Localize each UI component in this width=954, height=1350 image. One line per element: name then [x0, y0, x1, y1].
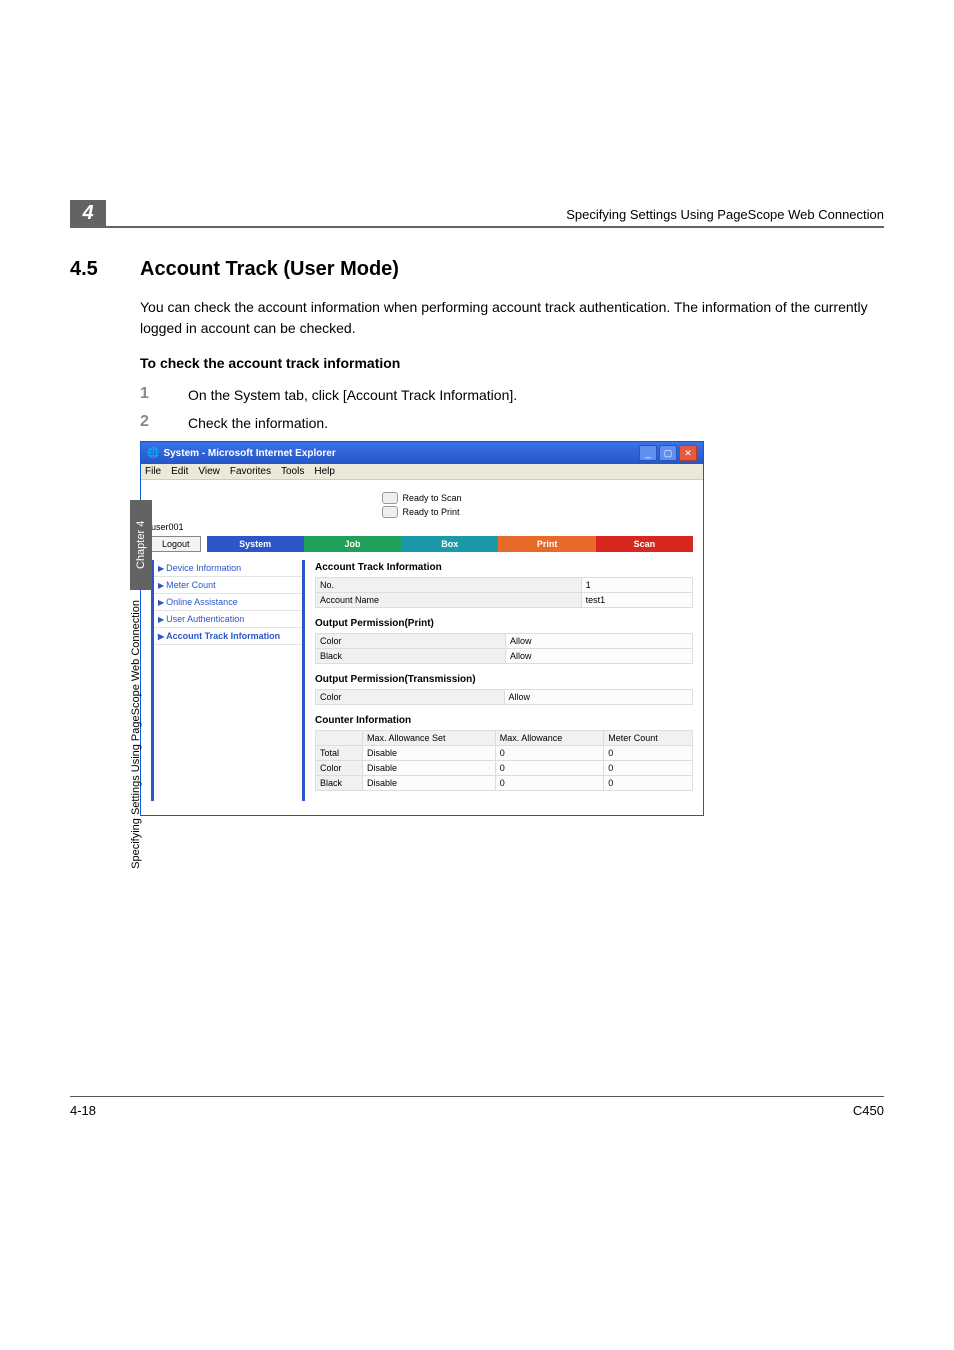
- table-row: Total Disable 0 0: [316, 746, 693, 761]
- menu-help[interactable]: Help: [314, 466, 335, 477]
- table-row: ColorAllow: [316, 690, 693, 705]
- status-print: Ready to Print: [382, 506, 461, 518]
- counter-information-title: Counter Information: [315, 715, 693, 726]
- footer-left: 4-18: [70, 1103, 96, 1118]
- table-row: No.1: [316, 578, 693, 593]
- side-tab-subtitle: Specifying Settings Using PageScope Web …: [130, 600, 152, 869]
- step-number: 2: [140, 413, 188, 431]
- table-row: ColorAllow: [316, 634, 693, 649]
- page-footer: 4-18 C450: [70, 1096, 884, 1118]
- section-intro: You can check the account information wh…: [140, 297, 884, 339]
- ie-icon: 🌐: [147, 448, 159, 459]
- chevron-right-icon: ▶: [158, 598, 164, 607]
- counter-information-table: Max. Allowance Set Max. Allowance Meter …: [315, 730, 693, 791]
- chevron-right-icon: ▶: [158, 581, 164, 590]
- tab-job[interactable]: Job: [304, 536, 401, 552]
- output-permission-transmission-title: Output Permission(Transmission): [315, 674, 693, 685]
- step-text: On the System tab, click [Account Track …: [188, 385, 517, 403]
- status-scan: Ready to Scan: [382, 492, 461, 504]
- sidebar-item-meter-count[interactable]: ▶Meter Count: [154, 577, 302, 594]
- scanner-icon: [382, 492, 398, 504]
- chapter-badge: 4: [70, 200, 106, 226]
- menu-favorites[interactable]: Favorites: [230, 466, 271, 477]
- account-info-table: No.1 Account Nametest1: [315, 577, 693, 608]
- chevron-right-icon: ▶: [158, 632, 164, 641]
- menu-view[interactable]: View: [198, 466, 220, 477]
- sidebar-item-user-authentication[interactable]: ▶User Authentication: [154, 611, 302, 628]
- sidebar-item-account-track-information[interactable]: ▶Account Track Information: [154, 628, 302, 645]
- menu-tools[interactable]: Tools: [281, 466, 304, 477]
- step-2: 2 Check the information.: [140, 413, 884, 431]
- tab-print[interactable]: Print: [498, 536, 595, 552]
- table-row: Black Disable 0 0: [316, 776, 693, 791]
- chevron-right-icon: ▶: [158, 564, 164, 573]
- ie-titlebar: 🌐 System - Microsoft Internet Explorer _…: [141, 442, 703, 464]
- section-title: Account Track (User Mode): [140, 258, 884, 281]
- running-head: 4 Specifying Settings Using PageScope We…: [70, 200, 884, 228]
- output-permission-print-table: ColorAllow BlackAllow: [315, 633, 693, 664]
- step-number: 1: [140, 385, 188, 403]
- minimize-icon[interactable]: _: [639, 445, 657, 461]
- tab-scan[interactable]: Scan: [596, 536, 693, 552]
- logout-button[interactable]: Logout: [151, 536, 201, 552]
- printer-icon: [382, 506, 398, 518]
- screenshot-window: 🌐 System - Microsoft Internet Explorer _…: [140, 441, 704, 816]
- table-header-row: Max. Allowance Set Max. Allowance Meter …: [316, 731, 693, 746]
- footer-right: C450: [853, 1103, 884, 1118]
- tab-box[interactable]: Box: [401, 536, 498, 552]
- output-permission-print-title: Output Permission(Print): [315, 618, 693, 629]
- side-tab: Chapter 4 Specifying Settings Using Page…: [130, 500, 152, 1120]
- table-row: BlackAllow: [316, 649, 693, 664]
- side-tab-chapter: Chapter 4: [130, 500, 152, 590]
- logged-in-user: user001: [151, 522, 693, 532]
- tab-system[interactable]: System: [207, 536, 304, 552]
- sidebar-item-device-information[interactable]: ▶Device Information: [154, 560, 302, 577]
- sidebar-item-online-assistance[interactable]: ▶Online Assistance: [154, 594, 302, 611]
- table-row: Account Nametest1: [316, 593, 693, 608]
- ie-menubar: File Edit View Favorites Tools Help: [141, 464, 703, 480]
- table-row: Color Disable 0 0: [316, 761, 693, 776]
- content-panel: Account Track Information No.1 Account N…: [302, 560, 693, 801]
- rule: [70, 226, 884, 228]
- output-permission-transmission-table: ColorAllow: [315, 689, 693, 705]
- step-1: 1 On the System tab, click [Account Trac…: [140, 385, 884, 403]
- chevron-right-icon: ▶: [158, 615, 164, 624]
- menu-file[interactable]: File: [145, 466, 161, 477]
- ie-window-title: System - Microsoft Internet Explorer: [163, 448, 639, 459]
- step-text: Check the information.: [188, 413, 328, 431]
- menu-edit[interactable]: Edit: [171, 466, 188, 477]
- content-title: Account Track Information: [315, 562, 693, 573]
- maximize-icon[interactable]: ▢: [659, 445, 677, 461]
- section-subhead: To check the account track information: [140, 355, 884, 371]
- running-head-title: Specifying Settings Using PageScope Web …: [566, 207, 884, 222]
- close-icon[interactable]: ✕: [679, 445, 697, 461]
- sidebar: ▶Device Information ▶Meter Count ▶Online…: [151, 560, 302, 801]
